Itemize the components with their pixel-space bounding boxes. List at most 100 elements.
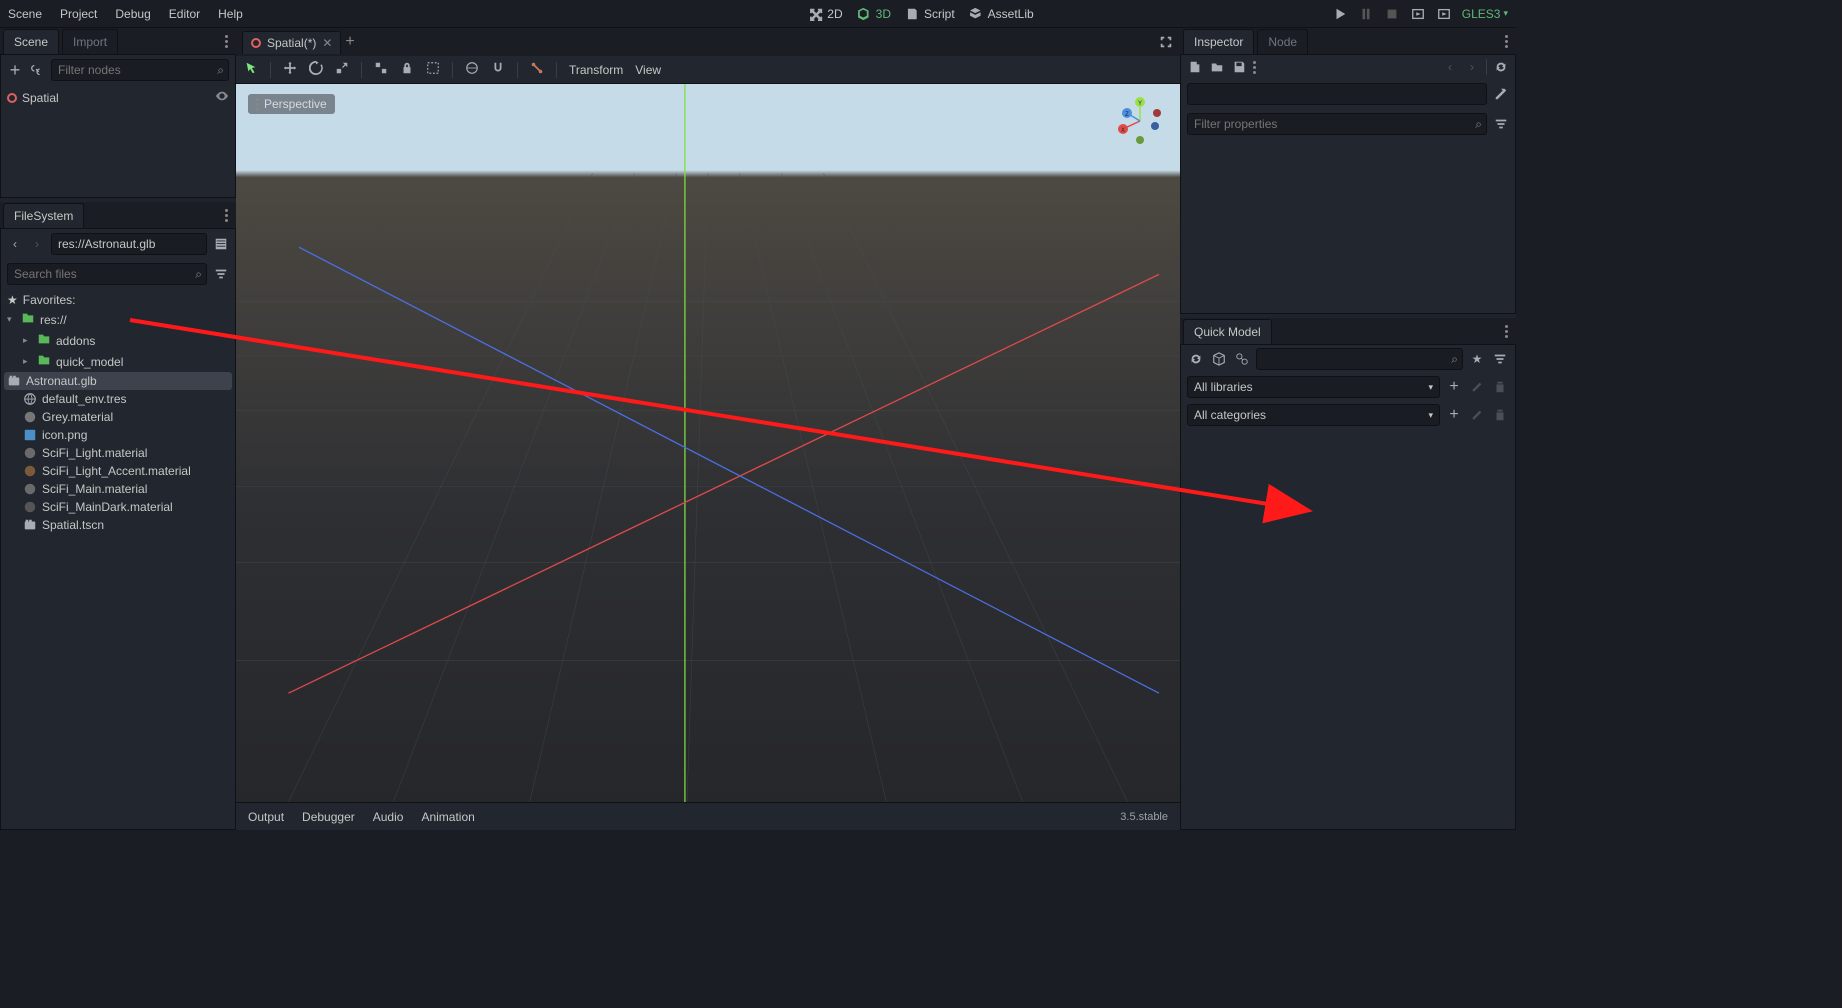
- scale-mode-icon[interactable]: [335, 61, 349, 78]
- transform-menu[interactable]: Transform: [569, 63, 623, 77]
- qm-cube-button[interactable]: [1210, 350, 1228, 368]
- lock-icon[interactable]: [400, 61, 414, 78]
- resource-path-input[interactable]: [1187, 83, 1487, 105]
- play-custom-scene-button[interactable]: [1436, 6, 1452, 22]
- rotate-mode-icon[interactable]: [309, 61, 323, 78]
- file-scifi-main-row[interactable]: SciFi_Main.material: [1, 480, 235, 498]
- new-resource-button[interactable]: [1187, 59, 1203, 75]
- viewport-gizmo[interactable]: Y X Z: [1115, 96, 1165, 146]
- qm-delete-category-button: [1491, 406, 1509, 424]
- qm-sort-button[interactable]: [1491, 350, 1509, 368]
- material-icon: [23, 482, 37, 496]
- menu-scene[interactable]: Scene: [8, 7, 42, 21]
- qm-star-button[interactable]: ★: [1468, 350, 1486, 368]
- qm-refresh-button[interactable]: [1187, 350, 1205, 368]
- renderer-selector[interactable]: GLES3 ▾: [1462, 7, 1508, 21]
- menu-dots-icon: [256, 98, 259, 111]
- history-back-button[interactable]: ‹: [1442, 59, 1458, 75]
- mode-assetlib-button[interactable]: AssetLib: [969, 7, 1034, 21]
- qm-libraries-select[interactable]: All libraries ▾: [1187, 376, 1440, 398]
- path-forward-button[interactable]: ›: [29, 236, 45, 252]
- qm-categories-select[interactable]: All categories ▾: [1187, 404, 1440, 426]
- menu-help[interactable]: Help: [218, 7, 243, 21]
- file-grey-row[interactable]: Grey.material: [1, 408, 235, 426]
- file-astronaut-row[interactable]: Astronaut.glb: [4, 372, 232, 390]
- menu-debug[interactable]: Debug: [115, 7, 150, 21]
- filter-properties-input[interactable]: [1187, 113, 1487, 135]
- bottom-output[interactable]: Output: [248, 810, 284, 824]
- tab-import[interactable]: Import: [62, 29, 118, 54]
- qm-add-category-button[interactable]: +: [1445, 406, 1463, 424]
- filter-nodes-input[interactable]: [51, 59, 229, 81]
- qm-instance-button[interactable]: [1233, 350, 1251, 368]
- qm-add-library-button[interactable]: +: [1445, 378, 1463, 396]
- menu-editor[interactable]: Editor: [169, 7, 200, 21]
- play-scene-button[interactable]: [1410, 6, 1426, 22]
- open-resource-button[interactable]: [1209, 59, 1225, 75]
- tab-filesystem[interactable]: FileSystem: [3, 203, 84, 228]
- file-sort-button[interactable]: [213, 266, 229, 282]
- mode-2d-button[interactable]: 2D: [808, 7, 842, 21]
- file-icon-row[interactable]: icon.png: [1, 426, 235, 444]
- spatial-node-icon: [251, 38, 261, 48]
- file-scifi-accent-row[interactable]: SciFi_Light_Accent.material: [1, 462, 235, 480]
- instance-scene-button[interactable]: [29, 62, 45, 78]
- move-mode-icon[interactable]: [283, 61, 297, 78]
- pause-button[interactable]: [1358, 6, 1374, 22]
- inspector-dock-menu-icon[interactable]: [1505, 35, 1508, 48]
- save-resource-button[interactable]: [1231, 59, 1247, 75]
- scene-root-node[interactable]: Spatial: [1, 87, 235, 108]
- tab-scene[interactable]: Scene: [3, 29, 59, 54]
- path-input[interactable]: [51, 233, 207, 255]
- mode-script-button[interactable]: Script: [905, 7, 955, 21]
- tab-quickmodel[interactable]: Quick Model: [1183, 319, 1272, 344]
- play-button[interactable]: [1332, 6, 1348, 22]
- history-forward-button[interactable]: ›: [1464, 59, 1480, 75]
- qm-search-input[interactable]: [1256, 348, 1463, 370]
- filesystem-dock-menu-icon[interactable]: [225, 209, 228, 222]
- new-scene-button[interactable]: +: [345, 33, 354, 51]
- toggle-split-button[interactable]: [213, 236, 229, 252]
- favorites-row[interactable]: ★ Favorites:: [1, 291, 235, 309]
- resource-menu-icon[interactable]: [1253, 61, 1256, 74]
- scene-dock-menu-icon[interactable]: [225, 35, 228, 48]
- tab-inspector[interactable]: Inspector: [1183, 29, 1254, 54]
- quickmodel-dock-menu-icon[interactable]: [1505, 325, 1508, 338]
- root-folder-row[interactable]: ▾ res://: [1, 309, 235, 330]
- perspective-badge[interactable]: Perspective: [248, 94, 335, 114]
- menu-project[interactable]: Project: [60, 7, 97, 21]
- folder-quickmodel-row[interactable]: ▸ quick_model: [1, 351, 235, 372]
- resource-extra-button[interactable]: [1493, 86, 1509, 102]
- snap-icon[interactable]: [491, 61, 505, 78]
- 3d-viewport[interactable]: Perspective Y X Z: [236, 84, 1180, 802]
- stop-button[interactable]: [1384, 6, 1400, 22]
- distraction-free-button[interactable]: [1158, 34, 1174, 50]
- search-files-input[interactable]: [7, 263, 207, 285]
- folder-addons-row[interactable]: ▸ addons: [1, 330, 235, 351]
- qm-content-area[interactable]: [1181, 429, 1515, 829]
- file-scifi-light-row[interactable]: SciFi_Light.material: [1, 444, 235, 462]
- mode-3d-button[interactable]: 3D: [857, 7, 891, 21]
- refresh-button[interactable]: [1493, 59, 1509, 75]
- close-tab-icon[interactable]: ✕: [322, 36, 332, 50]
- group-icon[interactable]: [426, 61, 440, 78]
- file-spatial-row[interactable]: Spatial.tscn: [1, 516, 235, 534]
- path-back-button[interactable]: ‹: [7, 236, 23, 252]
- property-options-button[interactable]: [1493, 116, 1509, 132]
- file-scifi-maindark-row[interactable]: SciFi_MainDark.material: [1, 498, 235, 516]
- environment-icon[interactable]: [465, 61, 479, 78]
- visibility-icon[interactable]: [215, 89, 229, 106]
- add-node-button[interactable]: +: [7, 62, 23, 78]
- top-menubar: Scene Project Debug Editor Help 2D 3D Sc…: [0, 0, 1516, 28]
- tab-node[interactable]: Node: [1257, 29, 1308, 54]
- scene-tab-spatial[interactable]: Spatial(*) ✕: [242, 31, 341, 54]
- image-icon: [23, 428, 37, 442]
- bottom-debugger[interactable]: Debugger: [302, 810, 355, 824]
- view-menu[interactable]: View: [635, 63, 661, 77]
- local-coords-icon[interactable]: [374, 61, 388, 78]
- bottom-animation[interactable]: Animation: [421, 810, 474, 824]
- select-mode-icon[interactable]: [244, 61, 258, 78]
- file-defaultenv-row[interactable]: default_env.tres: [1, 390, 235, 408]
- bone-icon[interactable]: [530, 61, 544, 78]
- bottom-audio[interactable]: Audio: [373, 810, 404, 824]
